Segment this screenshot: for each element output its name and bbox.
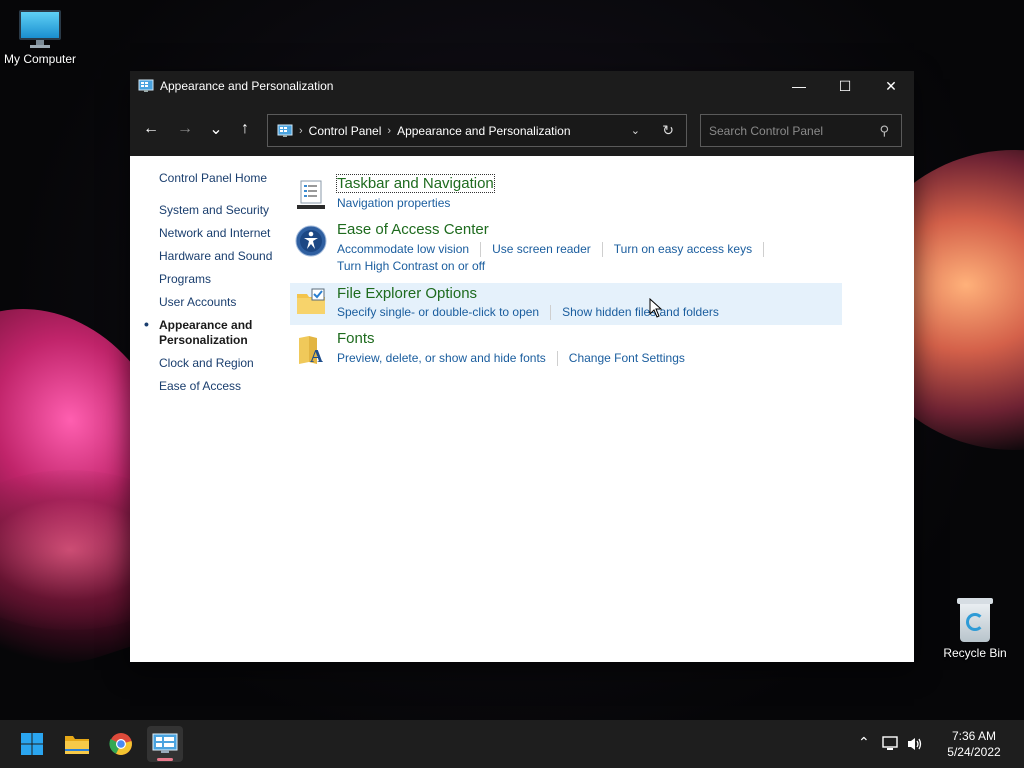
monitor-icon xyxy=(19,10,61,48)
link-accommodate-low-vision[interactable]: Accommodate low vision xyxy=(337,242,482,257)
chrome-icon xyxy=(109,733,132,755)
desktop-icon-label: My Computer xyxy=(3,52,77,66)
search-icon[interactable]: ⚲ xyxy=(879,123,889,139)
window-title: Appearance and Personalization xyxy=(160,79,334,93)
link-use-screen-reader[interactable]: Use screen reader xyxy=(492,242,603,257)
control-panel-icon xyxy=(152,733,178,753)
desktop-icon-label: Recycle Bin xyxy=(943,646,1007,660)
taskbar-clock[interactable]: 7:36 AM 5/24/2022 xyxy=(944,728,1004,760)
forward-button[interactable]: → xyxy=(171,115,199,143)
desktop-icon-my-computer[interactable]: My Computer xyxy=(0,10,80,66)
control-panel-icon xyxy=(138,79,154,92)
chevron-down-icon: ⌄ xyxy=(209,121,223,138)
category-fonts: A Fonts Preview, delete, or show and hid… xyxy=(290,330,842,370)
category-file-explorer-options[interactable]: File Explorer Options Specify single- or… xyxy=(290,283,842,325)
taskbar-control-panel[interactable] xyxy=(147,726,183,762)
minimize-icon: — xyxy=(792,78,806,94)
mouse-cursor-icon xyxy=(649,298,663,318)
taskbar: ⌃ 7:36 AM 5/24/2022 xyxy=(0,720,1024,768)
search-box[interactable]: ⚲ xyxy=(700,114,902,147)
taskbar-icon xyxy=(297,180,325,209)
address-dropdown-icon[interactable]: ⌄ xyxy=(631,124,640,137)
close-button[interactable]: ✕ xyxy=(868,71,914,101)
sidebar-item-programs[interactable]: Programs xyxy=(159,272,284,287)
search-input[interactable] xyxy=(709,123,869,138)
chevron-up-icon[interactable]: ⌃ xyxy=(858,734,870,751)
arrow-right-icon: → xyxy=(177,120,193,137)
clock-time: 7:36 AM xyxy=(951,729,997,743)
category-ease-of-access: Ease of Access Center Accommodate low vi… xyxy=(290,221,842,273)
svg-text:A: A xyxy=(310,346,323,366)
category-taskbar-navigation: Taskbar and Navigation Navigation proper… xyxy=(290,174,842,215)
link-single-double-click[interactable]: Specify single- or double-click to open xyxy=(337,305,552,320)
sidebar-item-network-internet[interactable]: Network and Internet xyxy=(159,226,284,241)
control-panel-icon xyxy=(277,124,293,137)
start-icon xyxy=(21,733,43,755)
system-tray: ⌃ 7:36 AM 5/24/2022 xyxy=(844,720,1024,768)
up-button[interactable]: ↑ xyxy=(231,115,259,143)
sidebar-item-clock-region[interactable]: Clock and Region xyxy=(159,356,284,371)
back-button[interactable]: ← xyxy=(137,115,165,143)
navigation-bar: ← → ⌄ ↑ › Control Panel › Appearance and… xyxy=(130,101,914,156)
arrow-left-icon: ← xyxy=(143,120,159,137)
link-change-font-settings[interactable]: Change Font Settings xyxy=(569,351,696,366)
network-icon[interactable] xyxy=(882,736,900,752)
category-title-taskbar[interactable]: Taskbar and Navigation xyxy=(336,174,495,193)
category-title-file-explorer-options[interactable]: File Explorer Options xyxy=(337,285,477,302)
control-panel-home-link[interactable]: Control Panel Home xyxy=(159,171,284,185)
recent-locations-button[interactable]: ⌄ xyxy=(202,115,230,143)
file-explorer-icon xyxy=(65,736,89,754)
refresh-icon[interactable]: ↻ xyxy=(662,122,674,139)
volume-icon[interactable] xyxy=(906,736,924,752)
sidebar-item-user-accounts[interactable]: User Accounts xyxy=(159,295,284,310)
link-high-contrast[interactable]: Turn High Contrast on or off xyxy=(337,259,496,274)
arrow-up-icon: ↑ xyxy=(241,120,249,137)
folder-options-icon xyxy=(297,288,325,314)
category-title-fonts[interactable]: Fonts xyxy=(337,330,375,347)
maximize-icon: ☐ xyxy=(838,77,852,94)
link-show-hidden-files[interactable]: Show hidden files and folders xyxy=(562,305,730,320)
sidebar-item-hardware-sound[interactable]: Hardware and Sound xyxy=(159,249,284,264)
maximize-button[interactable]: ☐ xyxy=(822,71,868,101)
link-preview-fonts[interactable]: Preview, delete, or show and hide fonts xyxy=(337,351,558,366)
content-area: Control Panel Home System and Security N… xyxy=(130,156,914,662)
taskbar-chrome[interactable] xyxy=(103,726,139,762)
sidebar-item-system-security[interactable]: System and Security xyxy=(159,203,284,218)
breadcrumb-separator-icon[interactable]: › xyxy=(299,125,303,137)
control-panel-window: Appearance and Personalization — ☐ ✕ ← →… xyxy=(130,71,914,662)
title-bar[interactable]: Appearance and Personalization — ☐ ✕ xyxy=(130,71,914,101)
breadcrumb-separator-icon[interactable]: › xyxy=(387,125,391,137)
fonts-icon: A xyxy=(299,336,323,366)
ease-of-access-icon xyxy=(295,225,327,257)
link-navigation-properties[interactable]: Navigation properties xyxy=(337,196,461,211)
taskbar-file-explorer[interactable] xyxy=(59,726,95,762)
breadcrumb-appearance[interactable]: Appearance and Personalization xyxy=(397,124,570,138)
clock-date: 5/24/2022 xyxy=(947,745,1001,759)
active-app-indicator xyxy=(157,758,173,761)
sidebar-item-ease-of-access[interactable]: Ease of Access xyxy=(159,379,284,394)
breadcrumb-control-panel[interactable]: Control Panel xyxy=(309,124,382,138)
left-navigation: Control Panel Home System and Security N… xyxy=(144,171,284,402)
address-bar[interactable]: › Control Panel › Appearance and Persona… xyxy=(267,114,687,147)
sidebar-item-appearance-personalization: Appearance and Personalization xyxy=(144,317,284,348)
close-icon: ✕ xyxy=(885,77,897,94)
category-title-ease-of-access[interactable]: Ease of Access Center xyxy=(337,221,489,238)
start-button[interactable] xyxy=(14,726,50,762)
recycle-bin-icon xyxy=(957,598,993,642)
link-easy-access-keys[interactable]: Turn on easy access keys xyxy=(614,242,765,257)
desktop-icon-recycle-bin[interactable]: Recycle Bin xyxy=(935,598,1015,660)
minimize-button[interactable]: — xyxy=(776,71,822,101)
